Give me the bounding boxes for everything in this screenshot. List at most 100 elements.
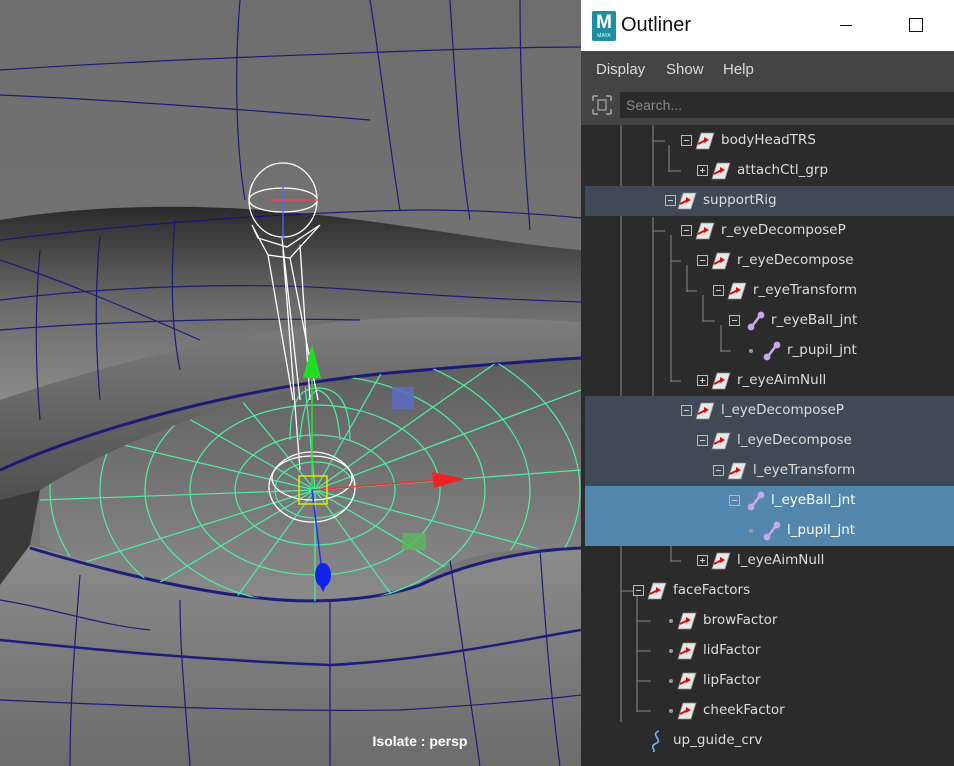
leaf-dot-icon [749,349,753,353]
transform-node-icon [677,702,697,720]
collapse-icon[interactable] [697,255,708,266]
collapse-icon[interactable] [633,585,644,596]
title-bar[interactable]: M MAYA Outliner [581,0,954,51]
tree-item-label: cheekFactor [703,702,785,718]
curve-node-icon [651,730,660,752]
minimize-button[interactable] [829,10,863,40]
tree-row[interactable]: l_eyeDecomposeP [585,396,954,426]
menu-bar: Display Show Help [581,51,954,89]
tree-item-label: r_eyeDecomposeP [721,222,846,238]
transform-node-icon [677,612,697,630]
maya-logo-icon: M MAYA [592,11,616,41]
transform-node-icon [695,222,715,240]
collapse-icon[interactable] [681,405,692,416]
leaf-dot-icon [749,529,753,533]
tree-row[interactable]: r_eyeAimNull [585,366,954,396]
transform-node-icon [677,672,697,690]
maximize-button[interactable] [899,10,933,40]
tree-row[interactable]: r_pupil_jnt [585,336,954,366]
transform-node-icon [711,162,731,180]
leaf-dot-icon [669,649,673,653]
tree-row[interactable]: l_eyeBall_jnt [585,486,954,516]
tree-row[interactable]: faceFactors [585,576,954,606]
outliner-window: M MAYA Outliner Display Show Help bodyHe… [581,0,954,766]
tree-item-label: browFactor [703,612,778,628]
tree-row[interactable]: supportRig [585,186,954,216]
collapse-icon[interactable] [681,225,692,236]
transform-node-icon [727,462,747,480]
collapse-icon[interactable] [713,285,724,296]
collapse-icon[interactable] [729,495,740,506]
transform-node-icon [711,432,731,450]
tree-row[interactable]: r_eyeDecompose [585,246,954,276]
tree-row[interactable]: up_guide_crv [585,726,954,756]
tree-row[interactable]: r_eyeDecomposeP [585,216,954,246]
search-bar [581,89,954,122]
tree-item-label: attachCtl_grp [737,162,829,178]
viewport-scene [0,0,581,766]
tree-row[interactable]: l_eyeTransform [585,456,954,486]
expand-icon[interactable] [697,555,708,566]
filter-icon[interactable] [591,94,613,116]
tree-item-label: l_eyeAimNull [737,552,825,568]
collapse-icon[interactable] [729,315,740,326]
transform-node-icon [677,642,697,660]
transform-node-icon [677,192,697,210]
outliner-tree[interactable]: bodyHeadTRS attachCtl_grp supportRig r_eyeD… [581,125,954,766]
tree-item-label: up_guide_crv [673,732,763,748]
tree-row[interactable]: browFactor [585,606,954,636]
maximize-icon [909,18,923,32]
leaf-dot-icon [669,679,673,683]
tree-item-label: r_eyeTransform [753,282,858,298]
transform-node-icon [647,582,667,600]
logo-subtext: MAYA [597,33,611,39]
tree-item-label: l_eyeDecomposeP [721,402,844,418]
tree-item-label: l_eyeTransform [753,462,856,478]
joint-node-icon [747,311,765,331]
joint-node-icon [763,341,781,361]
window-title: Outliner [621,14,692,36]
tree-row[interactable]: bodyHeadTRS [585,126,954,156]
tree-row[interactable]: lipFactor [585,666,954,696]
tree-item-label: r_eyeBall_jnt [771,312,858,328]
transform-node-icon [727,282,747,300]
expand-icon[interactable] [697,165,708,176]
leaf-dot-icon [669,619,673,623]
tree-row[interactable]: attachCtl_grp [585,156,954,186]
leaf-dot-icon [669,709,673,713]
tree-row[interactable]: r_eyeBall_jnt [585,306,954,336]
viewport-persp[interactable]: Isolate : persp [0,0,581,766]
collapse-icon[interactable] [681,135,692,146]
tree-item-label: faceFactors [673,582,751,598]
tree-row[interactable]: cheekFactor [585,696,954,726]
collapse-icon[interactable] [697,435,708,446]
menu-display[interactable]: Display [596,61,645,78]
transform-node-icon [695,132,715,150]
tree-item-label: r_pupil_jnt [787,342,857,358]
tree-item-label: r_eyeDecompose [737,252,854,268]
minimize-icon [840,25,852,27]
tree-row[interactable]: l_eyeAimNull [585,546,954,576]
search-input[interactable] [620,92,954,118]
joint-node-icon [747,491,765,511]
collapse-icon[interactable] [713,465,724,476]
joint-node-icon [763,521,781,541]
tree-row[interactable]: l_pupil_jnt [585,516,954,546]
isolate-label: Isolate : persp [372,733,468,749]
tree-row[interactable]: l_eyeDecompose [585,426,954,456]
tree-item-label: l_eyeBall_jnt [771,492,856,508]
tree-item-label: l_eyeDecompose [737,432,852,448]
tree-item-label: supportRig [703,192,777,208]
tree-row[interactable]: r_eyeTransform [585,276,954,306]
transform-node-icon [711,252,731,270]
tree-item-label: lipFactor [703,672,761,688]
tree-row[interactable]: lidFactor [585,636,954,666]
collapse-icon[interactable] [665,195,676,206]
transform-node-icon [695,402,715,420]
expand-icon[interactable] [697,375,708,386]
tree-item-label: bodyHeadTRS [721,132,816,148]
transform-node-icon [711,552,731,570]
menu-help[interactable]: Help [723,61,754,78]
menu-show[interactable]: Show [666,61,704,78]
logo-letter: M [596,12,612,33]
